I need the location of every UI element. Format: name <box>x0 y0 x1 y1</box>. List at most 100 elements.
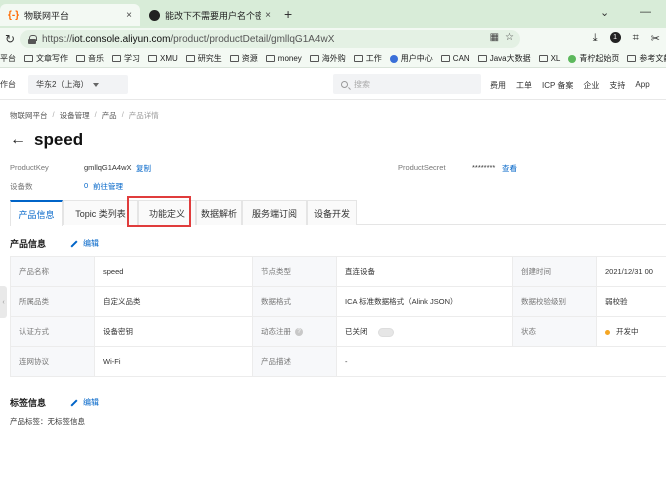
field-label: 产品名称 <box>10 256 95 287</box>
crop-icon[interactable]: ⌗ <box>633 32 639 45</box>
region-label: 华东2（上海） <box>36 80 89 89</box>
sidebar-collapse-handle[interactable]: ‹ <box>0 286 7 318</box>
bookmark-item[interactable]: 海外购 <box>309 53 346 64</box>
browser-tab-strip: {-} 物联网平台 × 能改下不需要用户名个密码也可以 × + ⌄ — <box>0 0 666 28</box>
bookmark-item[interactable]: 青柠起始页 <box>568 53 619 64</box>
folder-icon <box>538 55 548 62</box>
edit-tag-info-button[interactable]: 编辑 <box>70 397 99 408</box>
browser-tab-iot[interactable]: {-} 物联网平台 × <box>0 4 140 26</box>
help-icon[interactable]: ? <box>295 328 303 337</box>
edit-label: 编辑 <box>83 398 99 407</box>
field-value: - <box>336 346 666 377</box>
field-value: 开发中 <box>596 316 666 347</box>
breadcrumb-item[interactable]: 设备管理 <box>60 110 90 121</box>
product-info-table: 产品名称 speed 节点类型 直连设备 创建时间 2021/12/31 00 … <box>10 256 666 377</box>
view-secret-link[interactable]: 查看 <box>502 163 517 174</box>
chevron-down-icon[interactable]: ⌄ <box>600 6 609 19</box>
star-icon[interactable]: ☆ <box>505 32 514 43</box>
console-top-links: 费用 工单 ICP 备案 企业 支持 App <box>490 80 650 91</box>
download-icon[interactable]: ⤓ <box>593 32 598 45</box>
bookmark-item[interactable]: 用户中心 <box>389 53 433 64</box>
close-icon[interactable]: × <box>265 10 271 21</box>
aliyun-icon: {-} <box>8 9 20 21</box>
folder-icon <box>627 55 637 62</box>
field-label: 状态 <box>512 316 597 347</box>
bookmark-item[interactable]: Java大数据 <box>477 53 531 64</box>
breadcrumb: 物联网平台 / 设备管理 / 产品 / 产品详情 <box>10 110 159 121</box>
folder-icon <box>309 55 319 62</box>
tab-product-info[interactable]: 产品信息 <box>10 200 63 226</box>
tab-server-subscription[interactable]: 服务端订阅 <box>242 200 307 225</box>
tab-data-parsing[interactable]: 数据解析 <box>196 200 242 225</box>
folder-icon <box>76 55 85 62</box>
region-selector[interactable]: 华东2（上海） <box>28 75 128 94</box>
console-top-nav: 作台 华东2（上海） 搜索 费用 工单 ICP 备案 企业 支持 App <box>0 69 666 100</box>
bookmark-item[interactable]: 参考文献 <box>627 53 666 64</box>
nav-link-enterprise[interactable]: 企业 <box>583 80 599 91</box>
tag-value: 无标签信息 <box>47 417 86 426</box>
manage-link[interactable]: 前往管理 <box>93 181 123 192</box>
breadcrumb-item[interactable]: 产品 <box>102 110 117 121</box>
minimize-button[interactable]: — <box>640 6 651 18</box>
bookmark-item[interactable]: 平台 <box>0 53 16 64</box>
bookmark-item[interactable]: 工作 <box>353 53 382 64</box>
product-tabs: 产品信息 Topic 类列表 功能定义 数据解析 服务端订阅 设备开发 <box>10 200 666 226</box>
bookmark-item[interactable]: XL <box>538 54 560 63</box>
field-value: 已关闭 <box>336 316 513 347</box>
qr-code-icon[interactable]: ▦ <box>490 32 499 43</box>
copy-link[interactable]: 复制 <box>136 163 151 174</box>
page-header: ← speed <box>10 130 83 150</box>
bookmark-item[interactable]: 研究生 <box>185 53 222 64</box>
profile-badge[interactable]: 1 <box>609 32 621 43</box>
nav-link-icp[interactable]: ICP 备案 <box>542 80 573 91</box>
highlight-annotation-box <box>127 196 191 227</box>
bookmark-item[interactable]: 资源 <box>229 53 258 64</box>
nav-link-support[interactable]: 支持 <box>609 80 625 91</box>
field-label: 节点类型 <box>252 256 337 287</box>
field-value: Wi-Fi <box>94 346 253 377</box>
bookmarks-bar: 平台 文章写作 音乐 学习 XMU 研究生 资源 money 海外购 工作 用户… <box>0 50 666 68</box>
url-text: https://iot.console.aliyun.com/product/p… <box>42 33 335 45</box>
reload-icon[interactable]: ↻ <box>5 32 15 46</box>
field-value: ICA 标准数据格式（Alink JSON） <box>336 286 513 317</box>
bookmark-item[interactable]: 音乐 <box>76 53 104 64</box>
folder-icon <box>229 55 239 62</box>
extension-icon[interactable]: ✂ <box>651 32 660 45</box>
close-icon[interactable]: × <box>126 10 132 21</box>
bookmark-item[interactable]: XMU <box>148 54 178 63</box>
nav-link-app[interactable]: App <box>635 80 649 91</box>
breadcrumb-separator: / <box>52 110 55 119</box>
bookmark-item[interactable]: 学习 <box>112 53 140 64</box>
folder-icon <box>185 55 195 62</box>
edit-product-info-button[interactable]: 编辑 <box>70 238 99 249</box>
search-placeholder: 搜索 <box>354 79 370 89</box>
field-value: 2021/12/31 00 <box>596 256 666 287</box>
nav-link-billing[interactable]: 费用 <box>490 80 506 91</box>
console-search-input[interactable]: 搜索 <box>333 74 481 94</box>
field-label: 数据格式 <box>252 286 337 317</box>
back-arrow-icon[interactable]: ← <box>10 130 26 150</box>
folder-icon <box>148 55 157 62</box>
new-tab-button[interactable]: + <box>284 6 292 22</box>
folder-icon <box>353 55 363 62</box>
tab-device-development[interactable]: 设备开发 <box>307 200 357 225</box>
url-input[interactable]: https://iot.console.aliyun.com/product/p… <box>20 30 520 48</box>
bookmark-item[interactable]: CAN <box>440 54 470 63</box>
folder-icon <box>265 55 275 62</box>
browser-tab-github[interactable]: 能改下不需要用户名个密码也可以 × <box>141 4 279 26</box>
workbench-link[interactable]: 作台 <box>0 79 16 90</box>
dynamic-register-label: 动态注册 <box>261 327 291 336</box>
page-title: speed <box>34 130 84 149</box>
field-label: 产品描述 <box>252 346 337 377</box>
section-title-tag-info: 标签信息 <box>10 398 47 408</box>
breadcrumb-item[interactable]: 物联网平台 <box>10 110 48 121</box>
tag-label: 产品标签： <box>10 417 48 426</box>
bookmark-item[interactable]: money <box>265 54 302 63</box>
table-row: 认证方式 设备密钥 动态注册? 已关闭 状态 开发中 <box>10 316 666 347</box>
dynamic-register-toggle[interactable] <box>377 327 394 337</box>
nav-link-ticket[interactable]: 工单 <box>516 80 532 91</box>
field-value: 设备密钥 <box>94 316 253 347</box>
device-count-value[interactable]: 0 <box>84 181 88 190</box>
bookmark-item[interactable]: 文章写作 <box>24 53 68 64</box>
lock-icon <box>28 34 37 44</box>
